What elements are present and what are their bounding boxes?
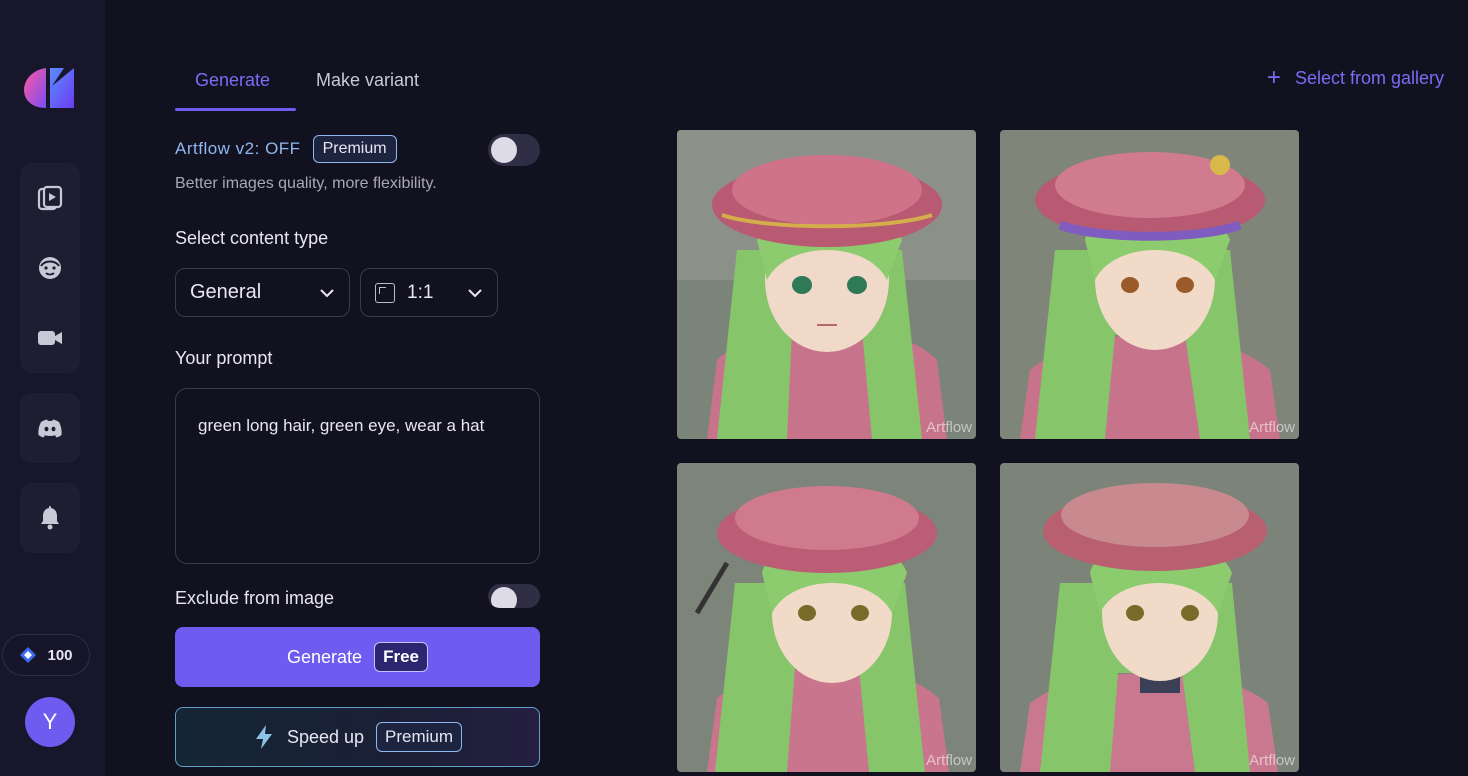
exclude-toggle[interactable] (488, 584, 540, 608)
left-rail: 100 Y (0, 0, 105, 776)
credits-badge[interactable]: 100 (2, 634, 90, 676)
chevron-down-icon (320, 288, 334, 297)
generated-image-3[interactable]: Artflow (677, 463, 976, 772)
anime-girl-image (1000, 463, 1299, 772)
artflow-hint: Better images quality, more flexibility. (175, 175, 437, 192)
generated-image-4[interactable]: Artflow (1000, 463, 1299, 772)
tab-generate[interactable]: Generate (195, 70, 270, 91)
chevron-down-icon (468, 288, 482, 297)
story-player-icon (37, 185, 63, 211)
speed-up-button[interactable]: Speed up Premium (175, 707, 540, 767)
rail-story-button[interactable] (20, 163, 80, 233)
character-face-icon (39, 257, 61, 279)
exclude-label: Exclude from image (175, 588, 335, 608)
avatar-initial: Y (42, 709, 58, 734)
tab-make-variant[interactable]: Make variant (316, 70, 419, 91)
premium-badge: Premium (376, 722, 463, 752)
generated-image-1[interactable]: Artflow (677, 130, 976, 439)
credits-value: 100 (47, 646, 73, 664)
select-from-gallery-label: Select from gallery (1294, 67, 1444, 88)
rail-notification-button[interactable] (20, 483, 80, 553)
plus-icon: + (1266, 64, 1281, 91)
anime-girl-image (677, 130, 976, 439)
generate-button[interactable]: Generate Free (175, 627, 540, 687)
rail-discord-button[interactable] (20, 393, 80, 463)
content-type-value: General (190, 281, 262, 303)
select-from-gallery-button[interactable]: + Select from gallery (1267, 66, 1444, 90)
video-camera-icon (38, 331, 62, 345)
aspect-ratio-value: 1:1 (407, 281, 434, 303)
bell-icon (41, 506, 59, 530)
generate-label: Generate (287, 646, 363, 667)
active-tab-indicator (175, 108, 296, 111)
free-badge: Free (374, 642, 428, 672)
user-avatar[interactable]: Y (25, 697, 75, 747)
aspect-ratio-select[interactable]: 1:1 (360, 268, 498, 317)
lightning-icon (255, 725, 272, 749)
diamond-icon (20, 647, 37, 663)
rail-discord-group (20, 393, 80, 463)
image-watermark: Artflow (926, 419, 972, 436)
artflow-v2-toggle[interactable] (488, 134, 540, 166)
premium-badge: Premium (312, 135, 397, 163)
artflow-logo[interactable] (24, 66, 76, 110)
toggle-knob (491, 137, 517, 163)
anime-girl-image (1000, 130, 1299, 439)
prompt-label: Your prompt (175, 348, 273, 368)
rail-nav-group (20, 163, 80, 373)
speed-up-label: Speed up (286, 726, 365, 747)
prompt-textarea[interactable]: green long hair, green eye, wear a hat (175, 388, 540, 564)
rail-character-button[interactable] (20, 233, 80, 303)
rail-video-button[interactable] (20, 303, 80, 373)
aspect-ratio-icon (375, 282, 395, 303)
rail-notification-group (20, 483, 80, 553)
image-watermark: Artflow (1249, 752, 1295, 769)
toggle-knob (491, 587, 517, 608)
content-type-select[interactable]: General (175, 268, 350, 317)
discord-icon (38, 419, 62, 438)
artflow-version-row: Artflow v2: OFF Premium (175, 135, 397, 163)
generated-image-2[interactable]: Artflow (1000, 130, 1299, 439)
anime-girl-image (677, 463, 976, 772)
image-watermark: Artflow (926, 752, 972, 769)
artflow-version-label: Artflow v2: OFF (175, 139, 301, 158)
image-watermark: Artflow (1249, 419, 1295, 436)
content-type-label: Select content type (175, 228, 329, 248)
